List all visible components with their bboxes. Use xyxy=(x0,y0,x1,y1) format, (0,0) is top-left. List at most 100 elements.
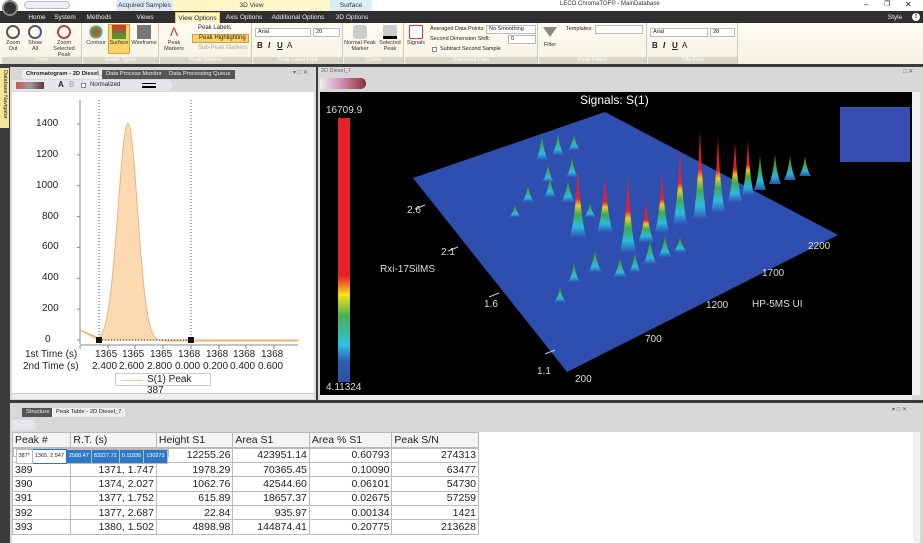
templates-select[interactable] xyxy=(595,25,643,34)
subtract-checkbox[interactable] xyxy=(432,47,437,52)
table-vscroll[interactable] xyxy=(913,432,920,542)
table-cell[interactable]: 274313 xyxy=(391,447,479,463)
table-cell[interactable]: 54730 xyxy=(391,476,479,492)
table-cell[interactable]: 1062.76 xyxy=(155,476,234,492)
column-header[interactable]: Area % S1 xyxy=(308,432,393,448)
table-row[interactable]: 393 1380, 1.502 4898.98 144874.41 0.20775 213… xyxy=(11,519,479,535)
window-title: LECO ChromaTOF® - MainDatabase xyxy=(560,1,660,7)
view3d-hscroll[interactable] xyxy=(320,395,912,400)
table-cell[interactable]: 57259 xyxy=(391,490,479,507)
subtract-label: Subtract Second Sample xyxy=(440,46,501,52)
table-row[interactable]: 387* 1365, 2.547 2588.47 83227.72 0.11935 130… xyxy=(12,447,169,464)
x-tick-label: 2.400 xyxy=(92,361,118,372)
normal-peak-marker-button[interactable]: Normal Peak Marker xyxy=(344,25,376,52)
table-cell[interactable]: 63477 xyxy=(391,461,479,478)
filter-button[interactable]: Filter xyxy=(541,27,559,48)
table-cell[interactable]: 615.89 xyxy=(155,490,234,507)
table-cell[interactable]: 0.02675 xyxy=(308,490,393,507)
title-bold-button[interactable]: B xyxy=(652,41,658,50)
table-cell[interactable]: 42544.60 xyxy=(232,476,310,492)
table-cell[interactable]: 1421 xyxy=(391,505,479,521)
averaged-select[interactable]: No Smoothing xyxy=(486,25,536,34)
view3d-vscroll[interactable] xyxy=(912,92,920,395)
column-header[interactable]: Area S1 xyxy=(232,432,310,448)
tab-structure[interactable]: Structure xyxy=(22,408,54,417)
x-row1-label: 1st Time (s) xyxy=(25,349,78,360)
tab-3d-options[interactable]: 3D Options xyxy=(332,12,372,23)
table-row[interactable]: 392 1377, 2.687 22.84 935.97 0.00134 1421 xyxy=(11,505,479,521)
table-cell[interactable]: 70365.45 xyxy=(232,461,310,478)
peak-table-toolbar[interactable] xyxy=(12,420,36,430)
restore-button[interactable]: ❐ xyxy=(884,0,890,8)
table-cell[interactable]: 387* xyxy=(15,448,33,464)
title-font-select[interactable]: Arial xyxy=(650,28,708,37)
table-cell[interactable]: 0.06101 xyxy=(308,476,393,492)
legend-swatch xyxy=(121,380,143,381)
table-cell[interactable]: 423951.14 xyxy=(232,447,310,463)
peak-marker[interactable] xyxy=(188,337,194,343)
title-underline-button[interactable]: U xyxy=(672,41,678,50)
title-italic-button[interactable]: I xyxy=(663,41,665,50)
y-tick-label: 1200 xyxy=(36,148,59,160)
table-row[interactable]: 390 1374, 2.027 1062.76 42544.60 0.06101 5473… xyxy=(11,476,479,492)
table-cell[interactable]: 2588.47 xyxy=(65,448,92,464)
x-tick: 200 xyxy=(575,374,592,385)
title-font-size-select[interactable]: 28 xyxy=(710,28,735,37)
panel-window-controls[interactable]: ▾ □ ✕ xyxy=(892,406,907,413)
column-header[interactable]: Peak S/N xyxy=(391,432,479,448)
table-cell[interactable]: 213628 xyxy=(391,519,479,535)
column-header[interactable]: R.T. (s) xyxy=(70,432,157,448)
title-font-color-button[interactable]: A xyxy=(682,41,687,50)
table-cell[interactable]: 392 xyxy=(11,505,72,521)
table-row[interactable]: 389 1371, 1.747 1978.29 70365.45 0.10090 6347… xyxy=(11,461,479,478)
table-cell[interactable]: 1380, 1.502 xyxy=(70,519,157,535)
table-cell[interactable]: 144874.41 xyxy=(232,519,310,535)
column-header[interactable]: Height S1 xyxy=(155,432,234,448)
column-header[interactable]: Peak # xyxy=(11,432,72,448)
table-cell[interactable]: 0.20775 xyxy=(308,519,393,535)
table-cell[interactable]: 1978.29 xyxy=(155,461,234,478)
table-cell[interactable]: 1365, 2.547 xyxy=(31,448,67,464)
table-cell[interactable]: 0.60793 xyxy=(308,447,393,463)
table-cell[interactable]: 1377, 1.752 xyxy=(70,490,157,507)
help-icon[interactable]: ! xyxy=(912,13,920,21)
table-cell[interactable]: 393 xyxy=(11,519,72,535)
minimap[interactable] xyxy=(840,107,910,162)
peak-marker[interactable] xyxy=(96,337,102,343)
table-cell[interactable]: 130273 xyxy=(143,448,168,464)
x-tick: 1200 xyxy=(706,300,729,311)
x-tick-label: 0.000 xyxy=(175,361,201,372)
table-cell[interactable]: 935.97 xyxy=(232,505,310,521)
table-cell[interactable]: 83227.72 xyxy=(90,448,120,464)
table-cell[interactable]: 1371, 1.747 xyxy=(70,461,157,478)
x-tick: 700 xyxy=(645,334,662,345)
table-cell[interactable]: 1374, 2.027 xyxy=(70,476,157,492)
table-cell[interactable]: 1377, 2.687 xyxy=(70,505,157,521)
tab-peak-table[interactable]: Peak Table - 2D Diesel_7 xyxy=(52,408,126,417)
table-cell[interactable]: 18657.37 xyxy=(232,490,310,507)
table-cell[interactable]: 0.00134 xyxy=(308,505,393,521)
table-cell[interactable]: 0.11935 xyxy=(118,448,145,464)
table-cell[interactable]: 4898.98 xyxy=(155,519,234,535)
table-row[interactable]: 391 1377, 1.752 615.89 18657.37 0.02675 57259 xyxy=(11,490,479,507)
close-button[interactable]: ✕ xyxy=(905,0,912,9)
minimize-button[interactable]: – xyxy=(864,0,868,9)
table-cell[interactable]: 22.84 xyxy=(155,505,234,521)
table-cell[interactable]: 389 xyxy=(11,461,72,478)
x-tick: 1700 xyxy=(762,268,785,279)
table-cell[interactable]: 0.10090 xyxy=(308,461,393,478)
signals-button[interactable]: Signals xyxy=(407,25,425,46)
table-cell[interactable]: 391 xyxy=(11,490,72,507)
x-tick-label: 2.800 xyxy=(147,361,173,372)
panel-window-controls[interactable]: □ ✕ xyxy=(903,68,913,75)
plot-title: Signals: S(1) xyxy=(580,93,649,107)
chromatogram-hscroll[interactable] xyxy=(12,393,314,399)
view3d-toolbar[interactable] xyxy=(320,78,366,89)
colorbar-max: 16709.9 xyxy=(326,105,363,116)
selected-peak-button[interactable]: Selected Peak xyxy=(377,25,403,52)
x-tick-label: 0.600 xyxy=(258,361,284,372)
style-menu[interactable]: Style xyxy=(885,12,905,23)
app-logo[interactable] xyxy=(2,0,18,16)
shift-input[interactable]: 0 xyxy=(508,35,536,44)
table-cell[interactable]: 390 xyxy=(11,476,72,492)
